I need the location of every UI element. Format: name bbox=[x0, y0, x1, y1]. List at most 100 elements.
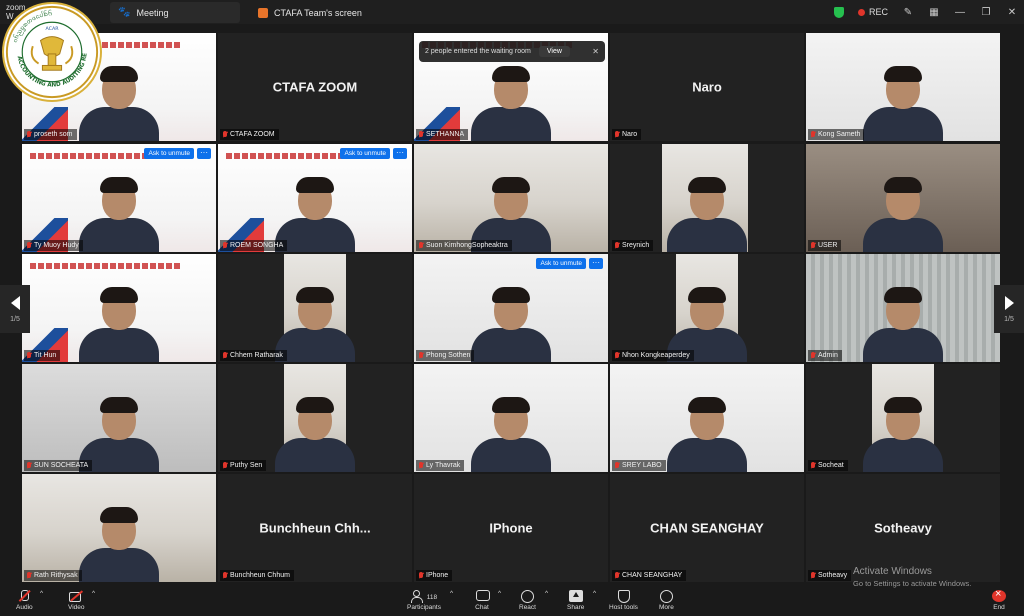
participant-video bbox=[275, 287, 355, 362]
participant-name-tag: Sreynich bbox=[612, 240, 654, 251]
participant-display-name: Naro bbox=[692, 79, 722, 95]
chat-options-caret[interactable]: ^ bbox=[498, 590, 501, 597]
participant-name-tag: Phong Sothen bbox=[416, 350, 475, 361]
more-label: More bbox=[659, 604, 674, 611]
participant-tile[interactable]: Tit Hun bbox=[22, 254, 216, 362]
microphone-muted-icon bbox=[418, 461, 424, 470]
microphone-muted-icon bbox=[26, 130, 32, 139]
microphone-muted-icon bbox=[418, 130, 424, 139]
shield-host-icon bbox=[616, 590, 631, 603]
participant-tile[interactable]: Puthy Sen bbox=[218, 364, 412, 472]
share-button[interactable]: Share bbox=[567, 590, 584, 611]
participants-label: Participants bbox=[407, 604, 441, 611]
close-notification-icon[interactable]: ✕ bbox=[592, 47, 599, 56]
participant-tile[interactable]: Ask to unmute ··· ROEM SONGHA bbox=[218, 144, 412, 252]
participant-tile[interactable]: Admin bbox=[806, 254, 1000, 362]
participant-name-tag: Socheat bbox=[808, 460, 848, 471]
react-options-caret[interactable]: ^ bbox=[545, 590, 548, 597]
participant-tile[interactable]: Sreynich bbox=[610, 144, 804, 252]
audio-button[interactable]: Audio bbox=[16, 590, 33, 611]
video-button[interactable]: Video bbox=[68, 590, 85, 611]
participant-name: Kong Sameth bbox=[818, 131, 861, 138]
participant-tile[interactable]: Rath Rithysak bbox=[22, 474, 216, 582]
microphone-muted-icon bbox=[810, 571, 816, 580]
microphone-muted-icon bbox=[17, 590, 31, 602]
participants-count: 118 bbox=[426, 593, 438, 601]
participant-tile[interactable]: Bunchheun Chh... Bunchheun Chhum bbox=[218, 474, 412, 582]
participant-video bbox=[863, 177, 943, 252]
participant-tile[interactable]: Chhem Ratharak bbox=[218, 254, 412, 362]
microphone-muted-icon bbox=[222, 130, 228, 139]
participant-name: Bunchheun Chhum bbox=[230, 572, 290, 579]
previous-page-button[interactable]: 1/5 bbox=[0, 285, 30, 333]
meeting-toolbar: Audio ^ Video ^ 118 Participants ^ Chat … bbox=[0, 588, 1024, 616]
participant-name: SETHANNA bbox=[426, 131, 465, 138]
participant-display-name: IPhone bbox=[489, 520, 533, 536]
ask-to-unmute-button[interactable]: Ask to unmute bbox=[536, 258, 586, 269]
participant-tile[interactable]: CTAFA ZOOM CTAFA ZOOM bbox=[218, 33, 412, 141]
participant-tile[interactable]: Naro Naro bbox=[610, 33, 804, 141]
microphone-muted-icon bbox=[26, 461, 32, 470]
participant-tile[interactable]: Kong Sameth bbox=[806, 33, 1000, 141]
participant-video bbox=[79, 507, 159, 582]
participant-name-tag: SETHANNA bbox=[416, 129, 469, 140]
participant-video bbox=[863, 287, 943, 362]
participant-display-name: Sotheavy bbox=[874, 520, 932, 536]
participant-tile[interactable]: CHAN SEANGHAY CHAN SEANGHAY bbox=[610, 474, 804, 582]
microphone-muted-icon bbox=[810, 351, 816, 360]
participant-video bbox=[471, 397, 551, 472]
participant-name: proseth som bbox=[34, 131, 73, 138]
participant-name: Socheat bbox=[818, 462, 844, 469]
audio-label: Audio bbox=[16, 604, 33, 611]
host-tools-label: Host tools bbox=[609, 604, 638, 611]
participant-tile[interactable]: SUN SOCHEATA bbox=[22, 364, 216, 472]
participant-tile[interactable]: Ly Thavrak bbox=[414, 364, 608, 472]
video-label: Video bbox=[68, 604, 85, 611]
participant-video bbox=[471, 287, 551, 362]
participants-options-caret[interactable]: ^ bbox=[450, 590, 453, 597]
microphone-muted-icon bbox=[26, 571, 32, 580]
participant-video bbox=[863, 66, 943, 141]
view-waiting-room-button[interactable]: View bbox=[538, 46, 570, 57]
participant-tile[interactable]: Ask to unmute ··· Phong Sothen bbox=[414, 254, 608, 362]
ask-to-unmute-button[interactable]: Ask to unmute bbox=[340, 148, 390, 159]
participant-tile[interactable]: Suon KimhongSopheaktra bbox=[414, 144, 608, 252]
participant-name: Naro bbox=[622, 131, 638, 138]
microphone-muted-icon bbox=[418, 351, 424, 360]
participant-tile[interactable]: USER bbox=[806, 144, 1000, 252]
video-camera-off-icon bbox=[69, 590, 83, 602]
participant-name-tag: CHAN SEANGHAY bbox=[612, 570, 687, 581]
participant-tile[interactable]: Ask to unmute ··· Ty Muoy Hudy bbox=[22, 144, 216, 252]
participant-tile[interactable]: Socheat bbox=[806, 364, 1000, 472]
participant-tile[interactable]: Nhon Kongkeaperdey bbox=[610, 254, 804, 362]
ask-to-unmute-button[interactable]: Ask to unmute bbox=[144, 148, 194, 159]
tile-more-options-button[interactable]: ··· bbox=[589, 258, 603, 269]
share-screen-icon bbox=[568, 590, 583, 602]
participant-tile[interactable]: SREY LABO bbox=[610, 364, 804, 472]
activate-windows-subtitle: Go to Settings to activate Windows. bbox=[853, 579, 972, 588]
video-options-caret[interactable]: ^ bbox=[92, 590, 95, 597]
next-page-button[interactable]: 1/5 bbox=[994, 285, 1024, 333]
participant-video bbox=[79, 177, 159, 252]
participant-name-tag: Naro bbox=[612, 129, 642, 140]
chat-button[interactable]: Chat bbox=[475, 590, 490, 611]
participant-display-name: CHAN SEANGHAY bbox=[650, 520, 764, 536]
end-call-icon bbox=[992, 588, 1006, 602]
participant-name: ROEM SONGHA bbox=[230, 242, 284, 249]
host-tools-button[interactable]: Host tools bbox=[609, 590, 638, 611]
participant-tile[interactable]: IPhone IPhone bbox=[414, 474, 608, 582]
participant-name-tag: Kong Sameth bbox=[808, 129, 865, 140]
participant-video bbox=[275, 397, 355, 472]
page-indicator-left: 1/5 bbox=[10, 315, 20, 323]
participant-video bbox=[863, 397, 943, 472]
more-button[interactable]: More bbox=[659, 590, 674, 611]
end-label: End bbox=[993, 604, 1005, 611]
audio-options-caret[interactable]: ^ bbox=[40, 590, 43, 597]
participant-name: Puthy Sen bbox=[230, 462, 263, 469]
participants-button[interactable]: 118 Participants bbox=[407, 590, 441, 611]
end-meeting-button[interactable]: End bbox=[992, 588, 1006, 611]
tile-more-options-button[interactable]: ··· bbox=[197, 148, 211, 159]
tile-more-options-button[interactable]: ··· bbox=[393, 148, 407, 159]
share-options-caret[interactable]: ^ bbox=[593, 590, 596, 597]
react-button[interactable]: React bbox=[519, 590, 536, 611]
